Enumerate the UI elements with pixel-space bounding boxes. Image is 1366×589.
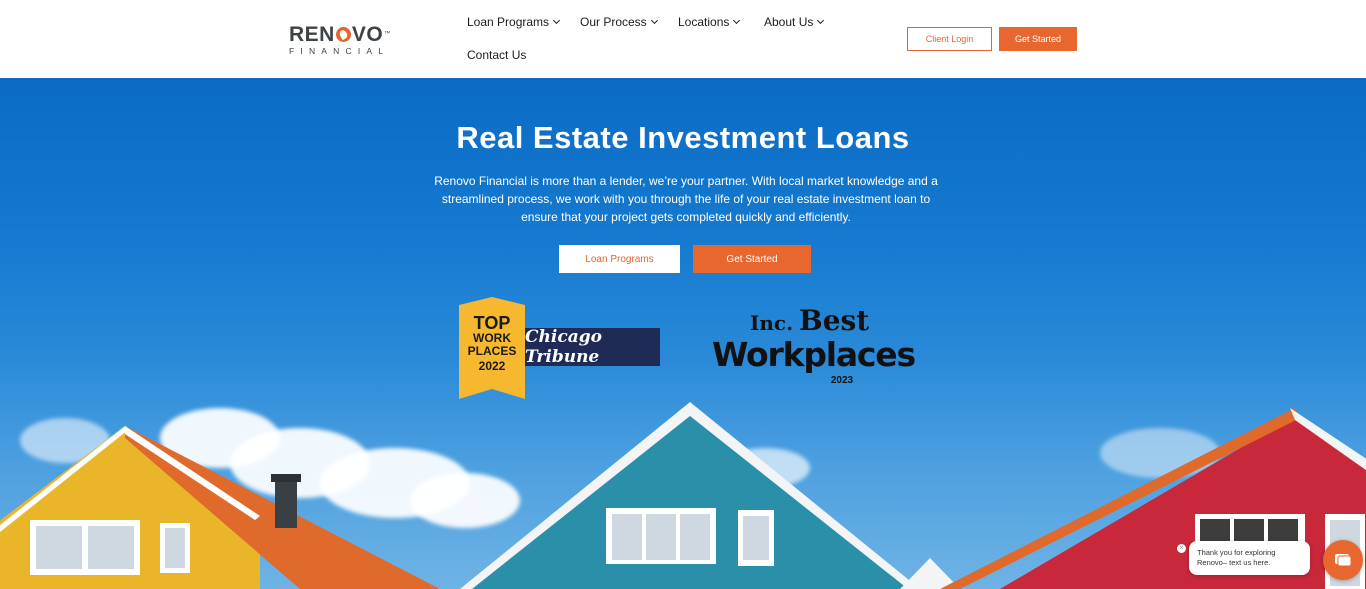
loan-programs-button[interactable]: Loan Programs	[559, 245, 680, 273]
chicago-tribune-logo: Chicago Tribune	[525, 327, 660, 367]
nav-contact-us[interactable]: Contact Us	[467, 47, 526, 63]
chat-close-icon[interactable]: ×	[1177, 544, 1186, 553]
chevron-down-icon	[817, 16, 825, 25]
chevron-down-icon	[733, 16, 741, 25]
nav-locations[interactable]: Locations	[678, 14, 741, 30]
hero-section: Real Estate Investment Loans Renovo Fina…	[0, 78, 1366, 589]
inc-year: 2023	[830, 375, 854, 386]
nav-about-us[interactable]: About Us	[764, 14, 825, 30]
chat-message-bubble[interactable]: Thank you for exploring Renovo– text us …	[1189, 541, 1310, 575]
nav-label: Locations	[678, 15, 730, 29]
renovo-logo[interactable]: REN VO ™ FINANCIAL	[289, 24, 401, 56]
chevron-down-icon	[650, 16, 658, 25]
client-login-button[interactable]: Client Login	[907, 27, 992, 51]
nav-loan-programs[interactable]: Loan Programs	[467, 14, 561, 30]
header-get-started-button[interactable]: Get Started	[999, 27, 1077, 51]
site-header: REN VO ™ FINANCIAL Loan Programs Our Proce…	[0, 0, 1366, 78]
chat-launcher-button[interactable]	[1323, 540, 1363, 580]
top-workplaces-badge: TOP WORK PLACES 2022	[459, 297, 525, 399]
hero-description: Renovo Financial is more than a lender, …	[434, 174, 938, 224]
nav-label: Loan Programs	[467, 15, 550, 29]
inc-title-workplaces: Workplaces	[712, 335, 916, 374]
inc-brand: Inc.	[750, 311, 794, 335]
houses-illustration	[0, 402, 1366, 589]
nav-label: Our Process	[580, 15, 647, 29]
logo-wordmark: REN VO ™	[289, 23, 391, 46]
logo-o-flame-icon	[335, 27, 351, 42]
logo-subtitle: FINANCIAL	[289, 46, 390, 56]
nav-label: Contact Us	[467, 48, 527, 62]
inc-title-best: Best	[799, 304, 870, 337]
badge-text: TOP WORK PLACES 2022	[467, 313, 517, 373]
chat-bubble-icon	[1335, 554, 1352, 567]
hero-get-started-button[interactable]: Get Started	[693, 245, 811, 273]
chevron-down-icon	[553, 16, 561, 25]
nav-label: About Us	[764, 15, 814, 29]
hero-title: Real Estate Investment Loans	[456, 120, 910, 155]
nav-our-process[interactable]: Our Process	[580, 14, 658, 30]
inc-best-workplaces-logo: Inc. Best Workplaces 2023	[712, 307, 917, 392]
